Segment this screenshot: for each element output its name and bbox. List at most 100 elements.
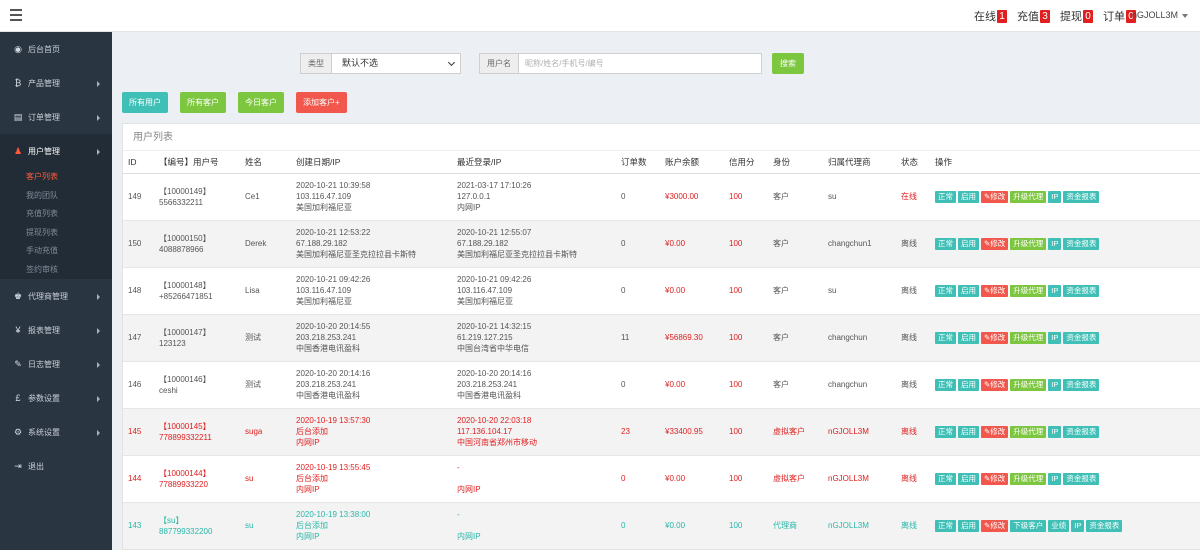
subnav-item[interactable]: 手动充值 bbox=[0, 242, 112, 261]
enable-button[interactable]: 启用 bbox=[958, 425, 979, 438]
table-body: 149 【10000149】 5566332211 Ce1 2020-10-21 10:… bbox=[123, 173, 1200, 549]
upgrade-agent-button[interactable]: 升级代理 bbox=[1010, 378, 1047, 391]
all-customers-button[interactable]: 所有客户 bbox=[180, 92, 226, 113]
edit-button[interactable]: ✎修改 bbox=[981, 472, 1009, 485]
recharge-counter[interactable]: 充值 3 bbox=[1015, 7, 1052, 25]
status-normal-button[interactable]: 正常 bbox=[935, 190, 956, 203]
upgrade-agent-button[interactable]: 升级代理 bbox=[1010, 331, 1047, 344]
status-normal-button[interactable]: 正常 bbox=[935, 378, 956, 391]
all-users-button[interactable]: 所有用户 bbox=[122, 92, 168, 113]
cell-status: 离线 bbox=[896, 314, 930, 362]
status-normal-button[interactable]: 正常 bbox=[935, 237, 956, 250]
ip-button[interactable]: IP bbox=[1048, 331, 1062, 344]
ip-button[interactable]: IP bbox=[1048, 378, 1062, 391]
subnav-item[interactable]: 签约审核 bbox=[0, 261, 112, 280]
login-location: 中国台湾省中华电信 bbox=[457, 344, 529, 353]
fund-report-button[interactable]: 资金报表 bbox=[1063, 331, 1100, 344]
status-normal-button[interactable]: 正常 bbox=[935, 425, 956, 438]
sidebar-item-system[interactable]: ⚙ 系统设置 bbox=[0, 415, 112, 449]
cell-status: 离线 bbox=[896, 361, 930, 409]
cell-code: 【10000144】 77889933220 bbox=[154, 455, 240, 503]
sidebar-item-product[interactable]: ₿ 产品管理 bbox=[0, 66, 112, 100]
ip-button[interactable]: IP bbox=[1071, 519, 1085, 532]
cell-last-login: - 内网IP bbox=[452, 455, 616, 503]
table-row: 145 【10000145】 778899332211 suga 2020-10-19 … bbox=[123, 408, 1200, 456]
edit-button[interactable]: ✎修改 bbox=[981, 519, 1009, 532]
sidebar-item-label: 产品管理 bbox=[28, 78, 60, 88]
menu-toggle-icon[interactable] bbox=[10, 9, 22, 21]
edit-button[interactable]: ✎修改 bbox=[981, 425, 1009, 438]
search-button[interactable]: 搜索 bbox=[772, 53, 804, 74]
ip-button[interactable]: IP bbox=[1048, 237, 1062, 250]
enable-button[interactable]: 启用 bbox=[958, 331, 979, 344]
status-normal-button[interactable]: 正常 bbox=[935, 284, 956, 297]
type-select[interactable]: 默认不选 bbox=[331, 53, 461, 74]
upgrade-agent-button[interactable]: 升级代理 bbox=[1010, 284, 1047, 297]
edit-button[interactable]: ✎修改 bbox=[981, 284, 1009, 297]
today-customers-button[interactable]: 今日客户 bbox=[238, 92, 284, 113]
add-customer-button[interactable]: 添加客户+ bbox=[296, 92, 347, 113]
sidebar-item-home[interactable]: ◉ 后台首页 bbox=[0, 32, 112, 66]
edit-button[interactable]: ✎修改 bbox=[981, 378, 1009, 391]
online-counter[interactable]: 在线 1 bbox=[972, 7, 1009, 25]
username-input[interactable] bbox=[518, 53, 762, 74]
user-phone: 778899332211 bbox=[159, 432, 212, 442]
cell-status: 离线 bbox=[896, 455, 930, 503]
fund-report-button[interactable]: 资金报表 bbox=[1063, 284, 1100, 297]
subnav-item[interactable]: 提现列表 bbox=[0, 224, 112, 243]
ip-button[interactable]: IP bbox=[1048, 472, 1062, 485]
sidebar-item-label: 后台首页 bbox=[28, 44, 60, 54]
fund-report-button[interactable]: 资金报表 bbox=[1086, 519, 1123, 532]
chevron-right-icon bbox=[97, 149, 100, 155]
sidebar-item-agent[interactable]: ♚ 代理商管理 bbox=[0, 279, 112, 313]
edit-button[interactable]: ✎修改 bbox=[981, 190, 1009, 203]
enable-button[interactable]: 启用 bbox=[958, 472, 979, 485]
status-normal-button[interactable]: 正常 bbox=[935, 519, 956, 532]
status-normal-button[interactable]: 正常 bbox=[935, 331, 956, 344]
sidebar-item-logout[interactable]: ⇥ 退出 bbox=[0, 449, 112, 483]
table-row: 144 【10000144】 77889933220 su 2020-10-19 13:… bbox=[123, 455, 1200, 503]
sidebar-item-log[interactable]: ✎ 日志管理 bbox=[0, 347, 112, 381]
edit-button[interactable]: ✎修改 bbox=[981, 331, 1009, 344]
subnav-item[interactable]: 客户列表 bbox=[0, 168, 112, 187]
user-menu[interactable]: nGJOLL3M bbox=[1132, 10, 1188, 20]
withdraw-counter[interactable]: 提现 0 bbox=[1058, 7, 1095, 25]
chevron-right-icon bbox=[97, 396, 100, 402]
cell-balance: ¥0.00 bbox=[660, 502, 724, 549]
table-row: 146 【10000146】 ceshi 测试 2020-10-20 20:14:16 2… bbox=[123, 361, 1200, 409]
status-normal-button[interactable]: 正常 bbox=[935, 472, 956, 485]
upgrade-agent-button[interactable]: 升级代理 bbox=[1010, 425, 1047, 438]
sub-customers-button[interactable]: 下级客户 bbox=[1010, 519, 1047, 532]
fund-report-button[interactable]: 资金报表 bbox=[1063, 378, 1100, 391]
sidebar-item-params[interactable]: £ 参数设置 bbox=[0, 381, 112, 415]
column-header: 信用分 bbox=[724, 151, 768, 174]
fund-report-button[interactable]: 资金报表 bbox=[1063, 190, 1100, 203]
edit-button[interactable]: ✎修改 bbox=[981, 237, 1009, 250]
fund-report-button[interactable]: 资金报表 bbox=[1063, 425, 1100, 438]
sidebar-item-report[interactable]: ¥ 报表管理 bbox=[0, 313, 112, 347]
enable-button[interactable]: 启用 bbox=[958, 519, 979, 532]
cell-balance: ¥0.00 bbox=[660, 361, 724, 409]
ip-button[interactable]: IP bbox=[1048, 190, 1062, 203]
performance-button[interactable]: 业绩 bbox=[1048, 519, 1070, 532]
enable-button[interactable]: 启用 bbox=[958, 237, 979, 250]
upgrade-agent-button[interactable]: 升级代理 bbox=[1010, 237, 1047, 250]
created-location: 美国加利福尼亚圣克拉拉县卡斯特 bbox=[296, 250, 416, 259]
enable-button[interactable]: 启用 bbox=[958, 284, 979, 297]
upgrade-agent-button[interactable]: 升级代理 bbox=[1010, 472, 1047, 485]
enable-button[interactable]: 启用 bbox=[958, 190, 979, 203]
upgrade-agent-button[interactable]: 升级代理 bbox=[1010, 190, 1047, 203]
fund-report-button[interactable]: 资金报表 bbox=[1063, 237, 1100, 250]
cell-status: 离线 bbox=[896, 408, 930, 456]
subnav-item[interactable]: 我的团队 bbox=[0, 187, 112, 206]
enable-button[interactable]: 启用 bbox=[958, 378, 979, 391]
sidebar-item-user[interactable]: ♟ 用户管理 bbox=[0, 134, 112, 168]
sidebar-item-order[interactable]: ▤ 订单管理 bbox=[0, 100, 112, 134]
subnav-item[interactable]: 充值列表 bbox=[0, 205, 112, 224]
fund-report-button[interactable]: 资金报表 bbox=[1063, 472, 1100, 485]
recharge-count-badge: 3 bbox=[1040, 9, 1050, 23]
cell-agent: nGJOLL3M bbox=[823, 408, 896, 456]
ip-button[interactable]: IP bbox=[1048, 284, 1062, 297]
ip-button[interactable]: IP bbox=[1048, 425, 1062, 438]
cell-last-login: 2020-10-20 22:03:18 117.136.104.17 中国河南省郑州… bbox=[452, 408, 616, 456]
